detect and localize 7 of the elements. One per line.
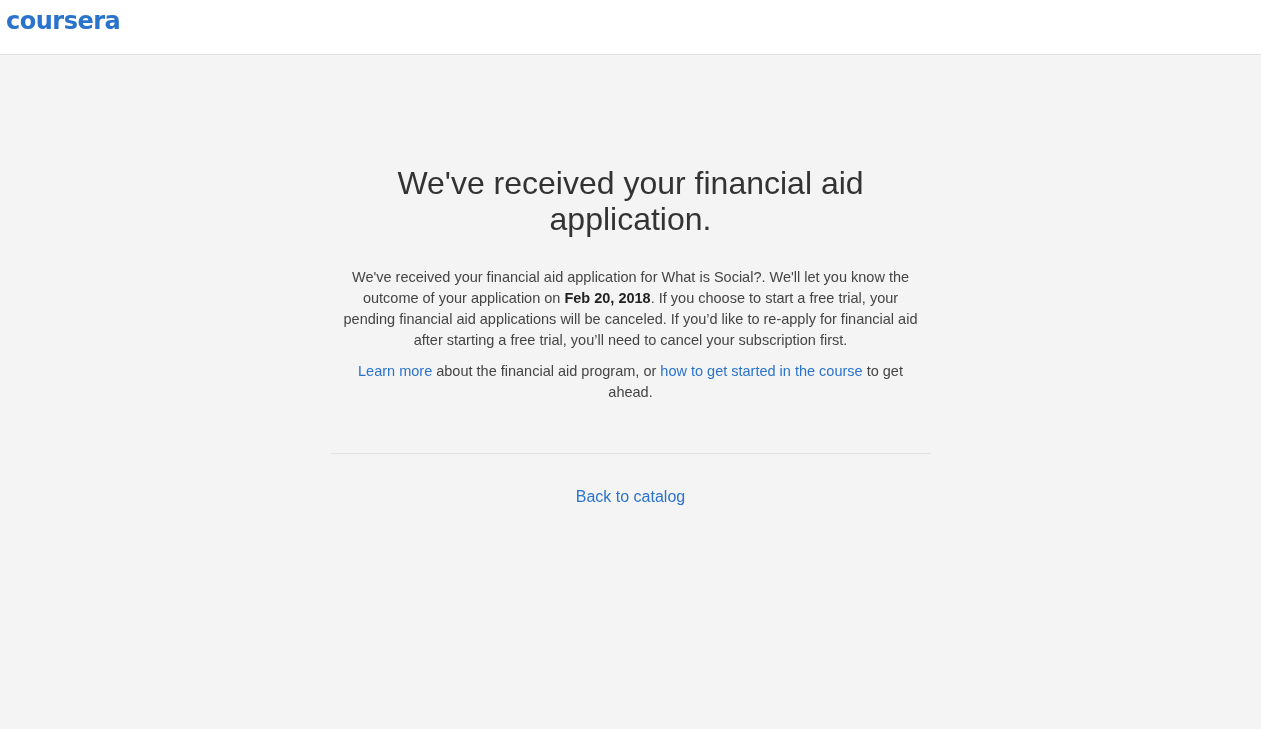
page-heading: We've received your financial aid application. (396, 165, 865, 237)
help-paragraph: Learn more about the financial aid program, or how to get started in the course to get ahead. (357, 362, 904, 402)
confirmation-message: We've received your financial aid application for What is Social?. We'll let you know the outcome of your application on Feb 20, 2018. If you choose to start a free trial, your pending financial aid applications will be canceled. If you’d like to re-apply for financial aid after starting a free trial, you’ll need to cancel your subscription first. (342, 268, 919, 350)
back-to-catalog-link[interactable]: Back to catalog (575, 488, 686, 506)
help-link[interactable]: Learn more (358, 363, 433, 379)
help-link[interactable]: how to get started in the course (660, 363, 863, 379)
logo[interactable]: coursera (6, 7, 121, 35)
